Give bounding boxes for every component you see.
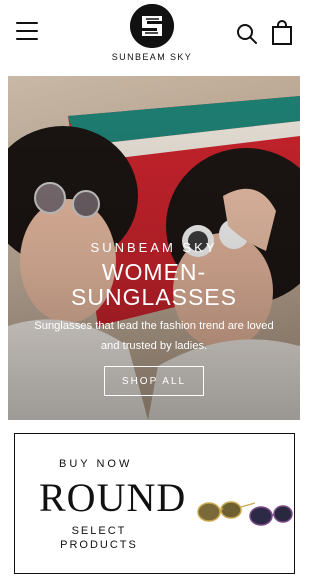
logo-mark-icon — [130, 4, 174, 48]
shopping-bag-icon[interactable] — [270, 20, 294, 46]
shop-all-button[interactable]: SHOP ALL — [104, 366, 204, 396]
promo-headline: ROUND — [39, 475, 187, 520]
site-header: SUNBEAM SKY — [0, 0, 300, 72]
hero-brand: SUNBEAM SKY — [90, 240, 218, 255]
hero-title-line-2: SUNGLASSES — [71, 284, 237, 310]
select-products-link[interactable]: SELECT PRODUCTS — [59, 524, 139, 552]
hero-title: WOMEN- SUNGLASSES — [8, 260, 300, 310]
search-icon[interactable] — [235, 22, 259, 46]
hero-subtitle: Sunglasses that lead the fashion trend a… — [34, 320, 274, 352]
buy-now-label: BUY NOW — [59, 458, 133, 470]
round-sunglasses-image — [197, 501, 293, 526]
brand-logo[interactable]: SUNBEAM SKY — [100, 4, 204, 66]
hero-banner[interactable]: SUNBEAM SKY WOMEN- SUNGLASSES Sunglasses… — [8, 76, 300, 420]
hero-text-overlay: SUNBEAM SKY WOMEN- SUNGLASSES Sunglasses… — [8, 76, 300, 420]
brand-name: SUNBEAM SKY — [111, 52, 193, 62]
promo-card-round[interactable]: BUY NOW ROUND SELECT PRODUCTS — [14, 433, 295, 574]
hero-title-line-1: WOMEN- — [101, 259, 207, 285]
hamburger-menu-icon[interactable] — [16, 22, 38, 42]
